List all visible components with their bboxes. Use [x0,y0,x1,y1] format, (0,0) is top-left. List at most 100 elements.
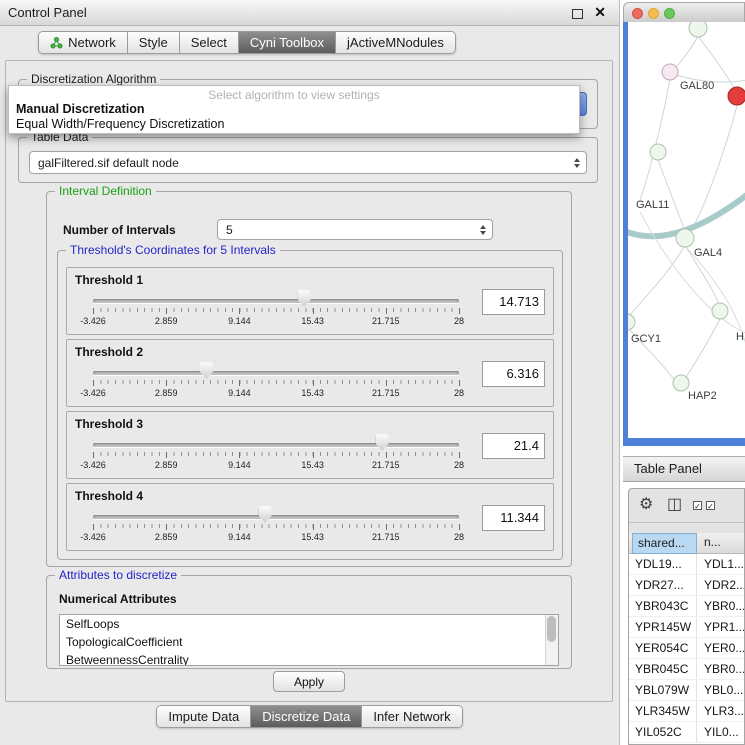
table-row[interactable]: YBR045CYBR0... [629,659,744,680]
network-window-titlebar[interactable] [623,2,745,22]
network-node[interactable] [712,303,728,319]
tab-select[interactable]: Select [179,32,238,53]
table-panel-bar[interactable]: Table Panel [623,456,745,482]
slider-tick-label: 28 [454,388,464,398]
network-node[interactable] [650,144,666,160]
cell-shared-name[interactable]: YBL079W [629,680,697,700]
cell-shared-name[interactable]: YPR145W [629,617,697,637]
columns-icon[interactable]: ◫ [667,497,682,513]
network-edge[interactable] [640,80,670,200]
close-icon[interactable]: ✕ [594,4,606,21]
cell-name[interactable]: YLR3... [698,701,744,721]
cell-name[interactable]: YER0... [698,638,744,658]
cell-shared-name[interactable]: YBR045C [629,659,697,679]
numerical-attributes-list[interactable]: SelfLoopsTopologicalCoefficientBetweenne… [59,614,559,666]
apply-button[interactable]: Apply [273,671,345,692]
scrollbar-thumb[interactable] [547,616,556,642]
cell-shared-name[interactable]: YIL052C [629,722,697,742]
table-row[interactable]: YPR145WYPR1... [629,617,744,638]
network-node[interactable] [628,314,635,330]
threshold-value-field[interactable]: 6.316 [482,361,545,387]
attribute-list-item[interactable]: TopologicalCoefficient [60,633,558,651]
cell-shared-name[interactable]: YLR345W [629,701,697,721]
network-edge[interactable] [658,160,686,234]
tab-label: jActiveMNodules [347,35,444,50]
cell-name[interactable]: YIL0... [698,722,744,742]
network-edge[interactable] [628,247,684,320]
cell-shared-name[interactable]: YDL19... [629,554,697,574]
column-header-shared-name[interactable]: shared... [632,533,697,554]
select-all-checkbox-icon[interactable]: ✓ [693,501,702,510]
network-node[interactable] [673,375,689,391]
slider-thumb[interactable] [259,506,272,523]
tab-infer-network[interactable]: Infer Network [361,706,461,727]
cell-shared-name[interactable]: YER054C [629,638,697,658]
attributes-scrollbar[interactable] [545,615,558,665]
slider-track[interactable] [93,299,459,303]
cell-name[interactable]: YBR0... [698,596,744,616]
float-window-icon[interactable] [572,9,583,19]
network-node[interactable] [662,64,678,80]
table-row[interactable]: YBL079WYBL0... [629,680,744,701]
table-row[interactable]: YER054CYER0... [629,638,744,659]
cell-name[interactable]: YBR0... [698,659,744,679]
cell-name[interactable]: YDL1... [698,554,744,574]
slider-thumb[interactable] [376,434,389,451]
network-edge[interactable] [690,106,737,232]
dropdown-hint: Select algorithm to view settings [9,88,579,102]
network-canvas[interactable]: GAL80GAL11GAL4GCY1HAP2H [628,22,745,438]
tab-cyni-toolbox[interactable]: Cyni Toolbox [238,32,335,53]
network-node[interactable] [676,229,694,247]
cell-shared-name[interactable]: YDR27... [629,575,697,595]
tab-network[interactable]: Network [39,32,127,53]
slider-track[interactable] [93,371,459,375]
table-row[interactable]: YIL052CYIL0... [629,722,744,743]
slider-major-tick [386,452,387,458]
table-data-combo[interactable]: galFiltered.sif default node [29,151,587,174]
dropdown-option-equal-width[interactable]: Equal Width/Frequency Discretization [16,117,224,131]
desktop: { "icons": { "close": "✕", "gear": "⚙", … [0,0,745,745]
cell-shared-name[interactable]: YBR043C [629,596,697,616]
cell-name[interactable]: YPR1... [698,617,744,637]
tab-impute-data[interactable]: Impute Data [157,706,250,727]
tab-jactivemnodules[interactable]: jActiveMNodules [335,32,455,53]
zoom-traffic-light-icon[interactable] [664,8,675,19]
attribute-items: SelfLoopsTopologicalCoefficientBetweenne… [60,615,558,666]
network-node-label: HAP2 [688,390,717,402]
gear-icon[interactable]: ⚙ [639,497,653,513]
network-edge[interactable] [673,36,698,72]
tab-discretize-data[interactable]: Discretize Data [250,706,361,727]
tab-label: Impute Data [168,709,239,724]
select-columns-checkbox-icon[interactable]: ✓ [706,501,715,510]
number-of-intervals-combo[interactable]: 5 [217,219,493,240]
minimize-traffic-light-icon[interactable] [648,8,659,19]
slider-ticks [93,380,460,384]
table-panel-title: Table Panel [634,457,702,481]
dropdown-option-manual-discretization[interactable]: Manual Discretization [16,102,145,116]
threshold-value-field[interactable]: 21.4 [482,433,545,459]
threshold-value-field[interactable]: 14.713 [482,289,545,315]
slider-track[interactable] [93,443,459,447]
tab-style[interactable]: Style [127,32,179,53]
slider-major-tick [166,380,167,386]
slider-thumb[interactable] [298,290,311,307]
network-edge[interactable] [684,319,720,380]
column-header-name[interactable]: n... [699,533,745,554]
threshold-value-field[interactable]: 11.344 [482,505,545,531]
table-row[interactable]: YLR345WYLR3... [629,701,744,722]
threshold-label: Threshold 3 [75,417,143,431]
attribute-list-item[interactable]: BetweennessCentrality [60,651,558,666]
slider-ticks [93,524,460,528]
cell-name[interactable]: YBL0... [698,680,744,700]
table-row[interactable]: YDR27...YDR2... [629,575,744,596]
network-node[interactable] [728,87,745,105]
control-panel-titlebar[interactable]: Control Panel ✕ [0,0,619,26]
slider-thumb[interactable] [200,362,213,379]
cell-name[interactable]: YDR2... [698,575,744,595]
network-node[interactable] [689,22,707,37]
close-traffic-light-icon[interactable] [632,8,643,19]
slider-track[interactable] [93,515,459,519]
table-row[interactable]: YDL19...YDL1... [629,554,744,575]
table-row[interactable]: YBR043CYBR0... [629,596,744,617]
attribute-list-item[interactable]: SelfLoops [60,615,558,633]
